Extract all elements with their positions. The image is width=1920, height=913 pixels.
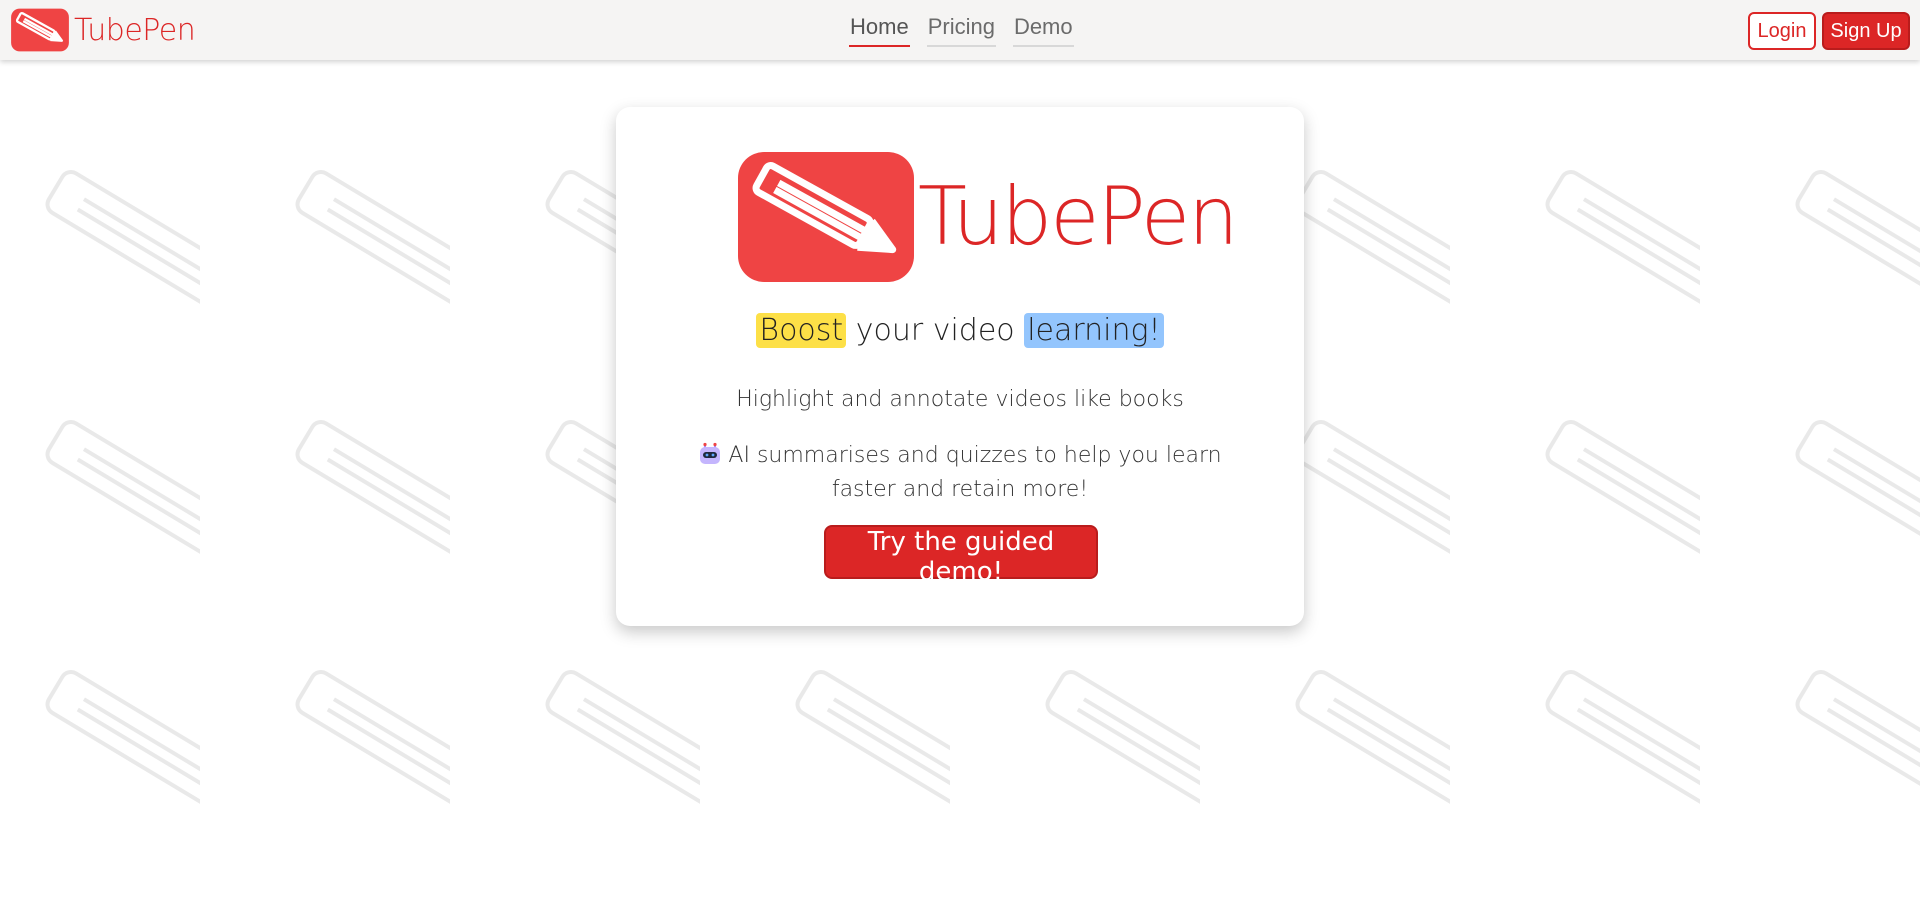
ai-feature-text: AI summarises and quizzes to help you le… xyxy=(676,439,1244,507)
hero-logo: TubePen xyxy=(736,147,1239,287)
login-button[interactable]: Login xyxy=(1748,12,1816,50)
nav-link-demo[interactable]: Demo xyxy=(1012,14,1074,48)
brand-home-link[interactable]: TubePen xyxy=(10,8,196,52)
nav-link-home[interactable]: Home xyxy=(849,14,910,48)
nav-links: Home Pricing Demo xyxy=(849,14,1074,48)
brand-name: TubePen xyxy=(74,12,196,48)
signup-button[interactable]: Sign Up xyxy=(1822,12,1910,50)
guided-demo-button[interactable]: Try the guided demo! xyxy=(824,525,1098,587)
hero-card: TubePen Boost your video learning! Highl… xyxy=(616,107,1304,626)
subtitle: Highlight and annotate videos like books xyxy=(736,387,1184,412)
pencil-logo-icon xyxy=(11,8,69,52)
tagline-highlight-boost: Boost xyxy=(756,313,847,348)
tagline-middle: your video xyxy=(846,313,1025,348)
nav-link-pricing[interactable]: Pricing xyxy=(926,14,996,48)
tagline: Boost your video learning! xyxy=(616,311,1304,350)
top-navbar: TubePen Home Pricing Demo Login Sign Up xyxy=(0,0,1920,60)
tagline-highlight-learning: learning! xyxy=(1024,313,1164,348)
ai-feature-label: AI summarises and quizzes to help you le… xyxy=(728,443,1222,503)
pencil-logo-icon xyxy=(738,152,914,282)
hero-brand-name: TubePen xyxy=(918,170,1239,263)
robot-icon xyxy=(700,442,721,464)
